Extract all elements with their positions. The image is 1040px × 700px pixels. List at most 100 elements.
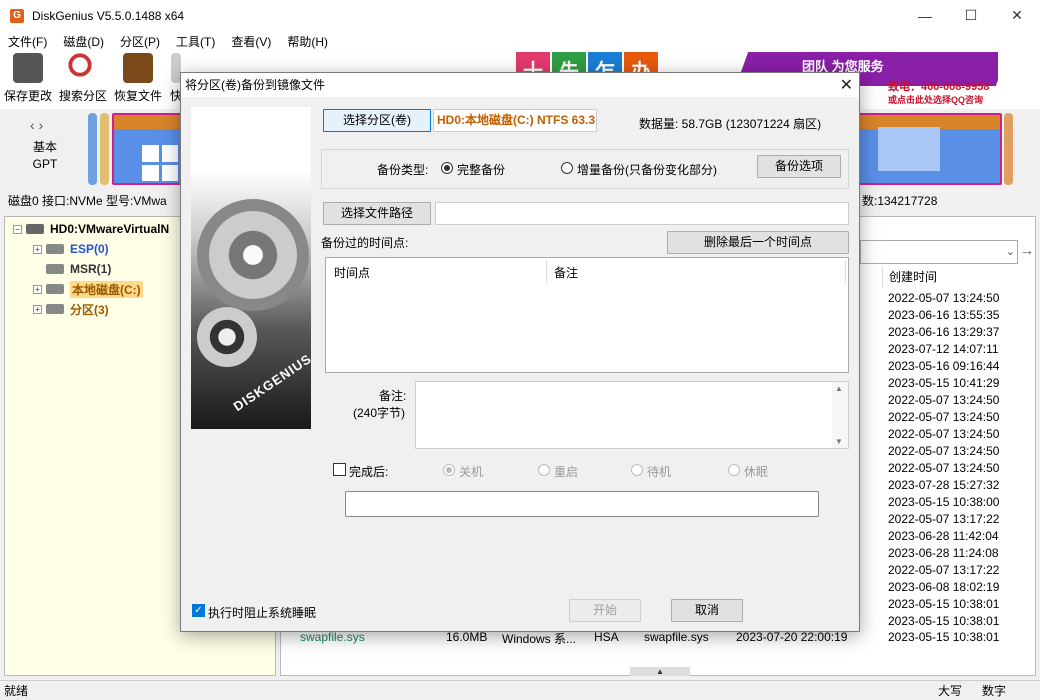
maximize-button[interactable]: ☐: [948, 0, 994, 31]
shutdown-radio[interactable]: [443, 464, 455, 476]
column-header-created[interactable]: 创建时间: [882, 266, 1032, 288]
window-title: DiskGenius V5.5.0.1488 x64: [32, 8, 185, 23]
expand-icon[interactable]: +: [33, 304, 42, 314]
tree-item-msr[interactable]: MSR(1): [46, 259, 111, 279]
menu-disk[interactable]: 磁盘(D): [55, 33, 112, 50]
restart-radio[interactable]: [538, 464, 550, 476]
column-header-remark[interactable]: 备注: [554, 264, 578, 281]
created-time-cell: 2022-05-07 13:24:50: [888, 444, 1000, 458]
file-path-field[interactable]: [435, 202, 849, 225]
created-time-cell: 2023-07-28 15:27:32: [888, 478, 1000, 492]
delete-last-timepoint-button[interactable]: 删除最后一个时间点: [667, 231, 849, 254]
standby-radio[interactable]: [631, 464, 643, 476]
banner-phone: 致电：400-008-9958: [888, 81, 990, 93]
menu-partition[interactable]: 分区(P): [112, 33, 168, 50]
menu-help[interactable]: 帮助(H): [279, 33, 336, 50]
created-time-cell: 2023-05-16 09:16:44: [888, 359, 1000, 373]
collapse-icon[interactable]: −: [13, 224, 22, 234]
path-combobox[interactable]: ⌄: [860, 240, 1018, 264]
prevent-sleep-checkbox[interactable]: ✓: [192, 604, 205, 617]
backup-options-button[interactable]: 备份选项: [757, 155, 841, 178]
close-window-button[interactable]: ✕: [994, 0, 1040, 31]
caps-indicator: 大写: [938, 684, 963, 698]
column-header-timepoint[interactable]: 时间点: [334, 264, 370, 281]
remark-limit-label: (240字节): [353, 406, 406, 420]
created-time-cell: 2022-05-07 13:17:22: [888, 512, 1000, 526]
chevron-down-icon: ⌄: [1005, 246, 1015, 258]
hard-disk-icon: [26, 224, 44, 234]
shutdown-label[interactable]: 关机: [459, 463, 483, 480]
scroll-up-icon[interactable]: ▲: [835, 384, 843, 393]
backup-progress-bar: [345, 491, 819, 517]
partition-esp-bar[interactable]: [88, 113, 97, 185]
menu-file[interactable]: 文件(F): [0, 33, 55, 50]
after-complete-checkbox[interactable]: [333, 463, 346, 476]
created-time-cell: 2022-05-07 13:24:50: [888, 461, 1000, 475]
app-logo-icon: G: [10, 8, 24, 23]
created-time-cell: 2023-05-15 10:38:01: [888, 597, 1000, 611]
timepoints-list[interactable]: 时间点 备注: [325, 257, 849, 373]
created-time-cell: 2022-05-07 13:24:50: [888, 410, 1000, 424]
save-icon: [13, 53, 43, 83]
hibernate-radio[interactable]: [728, 464, 740, 476]
window-controls: — ☐ ✕: [902, 0, 1040, 31]
menu-bar: 文件(F) 磁盘(D) 分区(P) 工具(T) 查看(V) 帮助(H): [0, 31, 1040, 51]
created-time-cell: 2023-06-08 18:02:19: [888, 580, 1000, 594]
incremental-backup-radio[interactable]: [561, 162, 573, 174]
platter-graphic: [197, 199, 309, 311]
table-row[interactable]: swapfile.sys 16.0MB Windows 系... HSA swa…: [300, 630, 1040, 647]
tree-item-local-c[interactable]: + 本地磁盘(C:): [33, 279, 143, 299]
backup-partition-dialog: 将分区(卷)备份到镜像文件 ✕ DISKGENIUS 选择分区(卷) HD0:本…: [180, 72, 860, 632]
partition-3-bar[interactable]: [1004, 113, 1013, 185]
remark-label: 备注:: [379, 389, 407, 403]
dialog-close-icon[interactable]: ✕: [840, 75, 853, 95]
data-amount-label: 数据量: 58.7GB (123071224 扇区): [639, 117, 822, 131]
status-bar: 就绪 大写 数字: [0, 680, 1040, 700]
created-time-cell: 2023-07-12 14:07:11: [888, 342, 999, 356]
magnifier-icon: [68, 53, 98, 83]
created-time-cell: 2022-05-07 13:17:22: [888, 563, 1000, 577]
remark-textarea[interactable]: ▲ ▼: [415, 381, 849, 449]
recover-box-icon: [123, 53, 153, 83]
full-backup-label[interactable]: 完整备份: [457, 161, 505, 178]
search-partition-button[interactable]: 搜索分区: [59, 53, 107, 104]
dialog-title: 将分区(卷)备份到镜像文件: [181, 73, 859, 97]
partition-icon: [46, 264, 64, 274]
cancel-button[interactable]: 取消: [671, 599, 743, 622]
remark-scrollbar[interactable]: ▲ ▼: [832, 382, 848, 448]
partition-free-area: [878, 127, 940, 171]
after-complete-label[interactable]: 完成后:: [349, 463, 388, 480]
restart-label[interactable]: 重启: [554, 463, 578, 480]
select-file-path-button[interactable]: 选择文件路径: [323, 202, 431, 225]
menu-tools[interactable]: 工具(T): [168, 33, 223, 50]
created-time-column: 2022-05-07 13:24:50 2023-06-16 13:55:35 20…: [888, 290, 999, 630]
go-arrow-icon[interactable]: →: [1020, 242, 1034, 258]
disk-nav-arrows[interactable]: ‹ ›: [30, 117, 43, 133]
hibernate-label[interactable]: 休眠: [744, 463, 768, 480]
tree-root[interactable]: − HD0:VMwareVirtualN: [13, 219, 169, 239]
splitter-handle[interactable]: ▲: [630, 667, 690, 676]
select-partition-button[interactable]: 选择分区(卷): [323, 109, 431, 132]
full-backup-radio[interactable]: [441, 162, 453, 174]
prevent-sleep-label[interactable]: 执行时阻止系统睡眠: [208, 604, 316, 621]
tree-item-partition-3[interactable]: + 分区(3): [33, 299, 109, 319]
save-changes-button[interactable]: 保存更改: [4, 53, 52, 104]
windows-logo-icon: [142, 145, 178, 181]
partition-icon: [46, 304, 64, 314]
expand-icon[interactable]: +: [33, 284, 42, 294]
created-time-cell: 2022-05-07 13:24:50: [888, 291, 1000, 305]
timepoints-label: 备份过的时间点:: [321, 236, 409, 250]
partition-msr-bar[interactable]: [100, 113, 109, 185]
menu-view[interactable]: 查看(V): [223, 33, 279, 50]
expand-icon[interactable]: +: [33, 244, 42, 254]
tree-item-esp[interactable]: + ESP(0): [33, 239, 109, 259]
incremental-backup-label[interactable]: 增量备份(只备份变化部分): [577, 161, 717, 178]
standby-label[interactable]: 待机: [647, 463, 671, 480]
recover-files-button[interactable]: 恢复文件: [114, 53, 162, 104]
spindle-graphic: [197, 307, 257, 367]
scroll-down-icon[interactable]: ▼: [835, 437, 843, 446]
banner-qq-link[interactable]: 或点击此处选择QQ咨询: [888, 93, 983, 106]
minimize-button[interactable]: —: [902, 0, 948, 31]
created-time-cell: 2023-05-15 10:38:00: [888, 495, 1000, 509]
start-button[interactable]: 开始: [569, 599, 641, 622]
